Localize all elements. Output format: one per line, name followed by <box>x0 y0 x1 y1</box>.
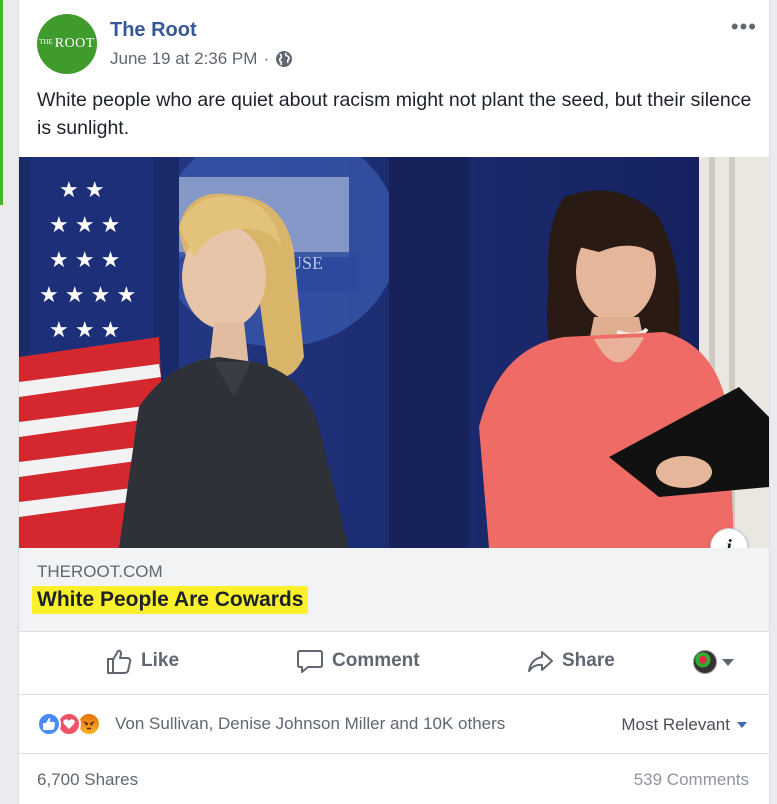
caret-down-icon <box>737 722 747 728</box>
svg-text:★ ★ ★: ★ ★ ★ <box>49 317 120 342</box>
link-title[interactable]: White People Are Cowards <box>32 586 309 614</box>
thumbs-up-icon <box>107 649 132 674</box>
left-accent-bar <box>0 0 3 205</box>
page-name-link[interactable]: The Root <box>110 19 197 42</box>
more-options-button[interactable]: ••• <box>731 14 757 40</box>
link-domain: THEROOT.COM <box>37 562 163 581</box>
like-button[interactable]: Like <box>105 647 179 675</box>
post-photo[interactable]: USE ★ ★ ★ ★ ★ ★ ★ ★ ★ ★ ★ ★ ★ ★ ★ ★ ★ <box>19 157 769 548</box>
sort-label: Most Relevant <box>621 715 730 734</box>
comments-count[interactable]: 539 Comments <box>634 770 749 790</box>
share-button[interactable]: Share <box>526 647 615 675</box>
like-label: Like <box>141 650 180 671</box>
shares-count[interactable]: 6,700 Shares <box>37 770 138 790</box>
like-icon <box>37 712 61 736</box>
share-arrow-icon <box>528 651 553 672</box>
avatar-text-big: ROOT <box>54 36 95 51</box>
action-bar: Like Comment Share <box>19 633 769 695</box>
comment-button[interactable]: Comment <box>296 647 420 675</box>
svg-text:★ ★ ★: ★ ★ ★ <box>49 247 120 272</box>
post-meta: June 19 at 2:36 PM · <box>110 49 293 69</box>
press-briefing-photo: USE ★ ★ ★ ★ ★ ★ ★ ★ ★ ★ ★ ★ ★ ★ ★ ★ ★ <box>19 157 769 548</box>
page-avatar[interactable]: THE ROOT <box>37 14 97 74</box>
svg-text:★ ★ ★ ★: ★ ★ ★ ★ <box>39 282 136 307</box>
speech-bubble-icon <box>297 650 323 673</box>
comment-label: Comment <box>332 650 420 671</box>
post-timestamp[interactable]: June 19 at 2:36 PM <box>110 49 257 69</box>
user-avatar <box>693 650 717 674</box>
post-text: White people who are quiet about racism … <box>37 89 752 139</box>
comment-sort-dropdown[interactable]: Most Relevant <box>621 715 747 735</box>
svg-text:★ ★: ★ ★ <box>59 177 105 202</box>
react-as-selector[interactable] <box>693 650 734 674</box>
reactions-summary: Von Sullivan, Denise Johnson Miller and … <box>19 696 769 754</box>
chevron-down-icon <box>722 658 734 666</box>
reactors-names[interactable]: Von Sullivan, Denise Johnson Miller and … <box>115 714 505 734</box>
post-header: THE ROOT The Root June 19 at 2:36 PM · •… <box>19 0 769 80</box>
share-label: Share <box>562 650 615 671</box>
post-card: THE ROOT The Root June 19 at 2:36 PM · •… <box>18 0 770 804</box>
reaction-icons[interactable] <box>37 712 101 736</box>
meta-separator: · <box>263 49 270 68</box>
engagement-counts: 6,700 Shares 539 Comments <box>19 755 769 804</box>
link-preview[interactable]: THEROOT.COM White People Are Cowards <box>19 548 769 632</box>
svg-text:★ ★ ★: ★ ★ ★ <box>49 212 120 237</box>
globe-icon[interactable] <box>275 50 293 68</box>
avatar-text-small: THE <box>39 38 53 46</box>
